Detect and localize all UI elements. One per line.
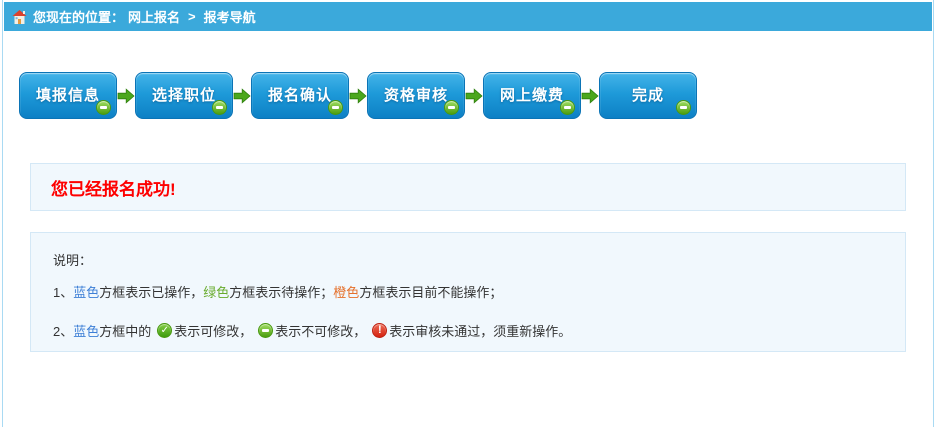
note-line-2: 2、 蓝色 方框中的 表示可修改， 表示不可修改， 表示审核未通过，须重新操作。 <box>53 321 895 340</box>
note1-prefix: 1、 <box>53 282 73 301</box>
step-label: 网上缴费 <box>500 84 564 105</box>
note2-check-label: 表示可修改， <box>174 321 252 340</box>
arrow-right-icon <box>581 88 599 104</box>
note1-word-blue: 蓝色 <box>73 282 99 301</box>
breadcrumb-current: 报考导航 <box>204 7 256 26</box>
step-complete[interactable]: 完成 <box>599 72 697 119</box>
note2-prefix: 2、 <box>53 321 73 340</box>
minus-badge-icon <box>212 100 227 115</box>
minus-badge-icon <box>676 100 691 115</box>
note1-word-green: 绿色 <box>203 282 229 301</box>
arrow-right-icon <box>233 88 251 104</box>
warning-icon <box>372 323 387 338</box>
step-nav: 填报信息 选择职位 报名确认 资格审核 网上缴费 <box>19 71 933 120</box>
page: 您现在的位置： 网上报名 > 报考导航 填报信息 选择职位 报名确认 资格审核 <box>2 0 934 427</box>
minus-badge-icon <box>96 100 111 115</box>
step-label: 报名确认 <box>268 84 332 105</box>
note2-word-blue: 蓝色 <box>73 321 99 340</box>
step-choose-position[interactable]: 选择职位 <box>135 72 233 119</box>
breadcrumb: 您现在的位置： 网上报名 > 报考导航 <box>4 2 932 31</box>
step-online-payment[interactable]: 网上缴费 <box>483 72 581 119</box>
note1-text-a: 方框表示已操作， <box>99 282 203 301</box>
home-icon <box>12 10 27 24</box>
step-label: 选择职位 <box>152 84 216 105</box>
check-icon <box>157 323 172 338</box>
success-message-box: 您已经报名成功! <box>30 163 906 211</box>
note1-text-b: 方框表示待操作； <box>229 282 333 301</box>
arrow-right-icon <box>349 88 367 104</box>
note2-minus-label: 表示不可修改， <box>275 321 366 340</box>
step-label: 完成 <box>632 84 664 105</box>
notes-box: 说明： 1、 蓝色 方框表示已操作， 绿色 方框表示待操作； 橙色 方框表示目前… <box>30 232 906 352</box>
step-confirm-registration[interactable]: 报名确认 <box>251 72 349 119</box>
note2-text-a: 方框中的 <box>99 321 151 340</box>
note1-word-orange: 橙色 <box>333 282 359 301</box>
step-label: 填报信息 <box>36 84 100 105</box>
notes-title: 说明： <box>53 250 895 269</box>
minus-badge-icon <box>444 100 459 115</box>
breadcrumb-separator: > <box>188 9 196 24</box>
step-fill-info[interactable]: 填报信息 <box>19 72 117 119</box>
step-qualification-review[interactable]: 资格审核 <box>367 72 465 119</box>
success-message: 您已经报名成功! <box>51 175 176 200</box>
minus-badge-icon <box>560 100 575 115</box>
step-label: 资格审核 <box>384 84 448 105</box>
note1-text-c: 方框表示目前不能操作； <box>359 282 502 301</box>
arrow-right-icon <box>117 88 135 104</box>
note-line-1: 1、 蓝色 方框表示已操作， 绿色 方框表示待操作； 橙色 方框表示目前不能操作… <box>53 282 895 301</box>
breadcrumb-location-label: 您现在的位置： <box>33 7 124 26</box>
note2-warn-label: 表示审核未通过，须重新操作。 <box>389 321 571 340</box>
arrow-right-icon <box>465 88 483 104</box>
minus-icon <box>258 323 273 338</box>
minus-badge-icon <box>328 100 343 115</box>
breadcrumb-link-online-registration[interactable]: 网上报名 <box>128 7 180 26</box>
